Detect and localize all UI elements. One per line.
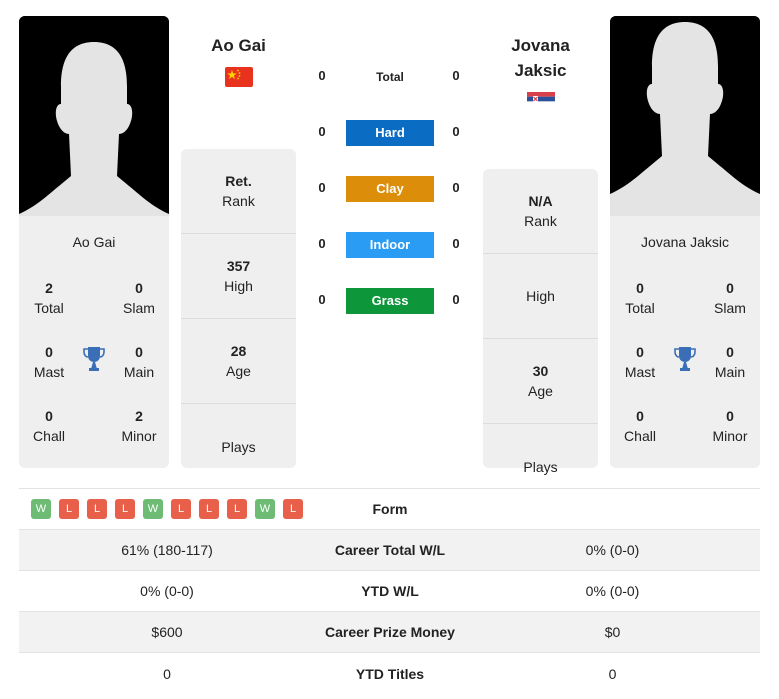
high-row: 357 High <box>181 234 296 319</box>
player2-card-name: Jovana Jaksic <box>641 234 729 250</box>
row-label: Career Prize Money <box>325 624 455 640</box>
titles-slam: 0 Slam <box>714 280 746 316</box>
player2-info: N/A Rank High 30 Age Plays <box>483 169 598 475</box>
player1-titles: 2 Total 0 Slam 0 Mast 0 Main 0 Chall 2 Minor <box>19 278 169 468</box>
table-row: $600 Career Prize Money $0 <box>19 612 760 653</box>
player2-name-line2: Jaksic <box>514 61 567 80</box>
h2h-clay-p2: 0 <box>452 180 460 195</box>
player1-name[interactable]: Ao Gai <box>181 33 296 58</box>
serbia-flag-icon <box>527 92 555 106</box>
player2-name[interactable]: Jovana Jaksic <box>483 33 598 83</box>
trophy-icon <box>674 347 696 371</box>
p2-value: 0% (0-0) <box>585 583 640 599</box>
titles-minor: 2 Minor <box>121 408 157 444</box>
titles-total: 0 Total <box>625 280 655 316</box>
h2h-grass-row: 0 Grass 0 <box>310 288 470 314</box>
player2-photo <box>610 16 760 216</box>
titles-main: 0 Main <box>123 344 155 380</box>
h2h-total-p1: 0 <box>318 68 326 83</box>
h2h-grass-p2: 0 <box>452 292 460 307</box>
form-loss-badge: L <box>59 499 79 519</box>
form-win-badge: W <box>31 499 51 519</box>
player2-name-line1: Jovana <box>511 36 570 55</box>
age-row: 28 Age <box>181 319 296 404</box>
row-label: Career Total W/L <box>334 542 446 558</box>
age-row: 30 Age <box>483 339 598 424</box>
comparison-table: W L L L W L L L W L Form 61% (180-117) C… <box>19 488 760 694</box>
form-loss-badge: L <box>171 499 191 519</box>
player-silhouette-icon <box>19 16 169 216</box>
titles-mast: 0 Mast <box>33 344 65 380</box>
form-loss-badge: L <box>283 499 303 519</box>
table-row: 0 YTD Titles 0 <box>19 653 760 694</box>
p2-value: 0 <box>608 665 617 682</box>
p2-value: 0% (0-0) <box>585 542 640 558</box>
titles-slam: 0 Slam <box>123 280 155 316</box>
titles-chall: 0 Chall <box>33 408 65 444</box>
h2h-hard-p2: 0 <box>452 124 460 139</box>
h2h-indoor-p2: 0 <box>452 236 460 251</box>
form-label: Form <box>372 501 408 517</box>
row-label: YTD W/L <box>361 583 419 599</box>
player1-form: W L L L W L L L W L <box>19 499 315 519</box>
grass-badge[interactable]: Grass <box>346 288 434 314</box>
h2h-total-row: 0 Total 0 <box>310 64 470 90</box>
p1-value: 61% (180-117) <box>121 542 213 558</box>
row-label: YTD Titles <box>355 665 425 682</box>
h2h-clay-row: 0 Clay 0 <box>310 176 470 202</box>
form-loss-badge: L <box>199 499 219 519</box>
high-row: High <box>483 254 598 339</box>
form-row: W L L L W L L L W L Form <box>19 489 760 530</box>
hard-badge[interactable]: Hard <box>346 120 434 146</box>
p2-value: $0 <box>604 624 621 640</box>
player1-photo <box>19 16 169 216</box>
indoor-badge[interactable]: Indoor <box>346 232 434 258</box>
form-loss-badge: L <box>115 499 135 519</box>
h2h-hard-row: 0 Hard 0 <box>310 120 470 146</box>
player-silhouette-icon <box>610 16 760 216</box>
titles-main: 0 Main <box>714 344 746 380</box>
h2h-grass-p1: 0 <box>318 292 326 307</box>
form-loss-badge: L <box>227 499 247 519</box>
h2h-indoor-p1: 0 <box>318 236 326 251</box>
h2h-total-label: Total <box>376 70 404 84</box>
clay-badge[interactable]: Clay <box>346 176 434 202</box>
china-flag-icon <box>225 67 253 87</box>
h2h-hard-p1: 0 <box>318 124 326 139</box>
table-row: 0% (0-0) YTD W/L 0% (0-0) <box>19 571 760 612</box>
titles-chall: 0 Chall <box>624 408 656 444</box>
h2h-indoor-row: 0 Indoor 0 <box>310 232 470 258</box>
h2h-total-p2: 0 <box>452 68 460 83</box>
rank-row: Ret. Rank <box>181 149 296 234</box>
p1-value: $600 <box>151 624 183 640</box>
plays-row: Plays <box>221 438 256 455</box>
titles-minor: 0 Minor <box>712 408 748 444</box>
titles-mast: 0 Mast <box>624 344 656 380</box>
form-win-badge: W <box>143 499 163 519</box>
titles-total: 2 Total <box>34 280 64 316</box>
player1-card-name: Ao Gai <box>72 234 116 250</box>
player2-card: Jovana Jaksic 0 Total 0 Slam 0 Mast 0 Main 0… <box>610 16 760 468</box>
player1-info: Ret. Rank 357 High 28 Age Plays <box>181 149 296 468</box>
form-loss-badge: L <box>87 499 107 519</box>
player2-titles: 0 Total 0 Slam 0 Mast 0 Main 0 Chall 0 Minor <box>610 278 760 468</box>
trophy-icon <box>83 347 105 371</box>
form-win-badge: W <box>255 499 275 519</box>
rank-row: N/A Rank <box>483 169 598 254</box>
table-row: 61% (180-117) Career Total W/L 0% (0-0) <box>19 530 760 571</box>
player1-card: Ao Gai 2 Total 0 Slam 0 Mast 0 Main 0 Chall 2… <box>19 16 169 468</box>
p1-value: 0% (0-0) <box>140 583 194 599</box>
h2h-clay-p1: 0 <box>318 180 326 195</box>
p1-value: 0 <box>163 665 171 682</box>
